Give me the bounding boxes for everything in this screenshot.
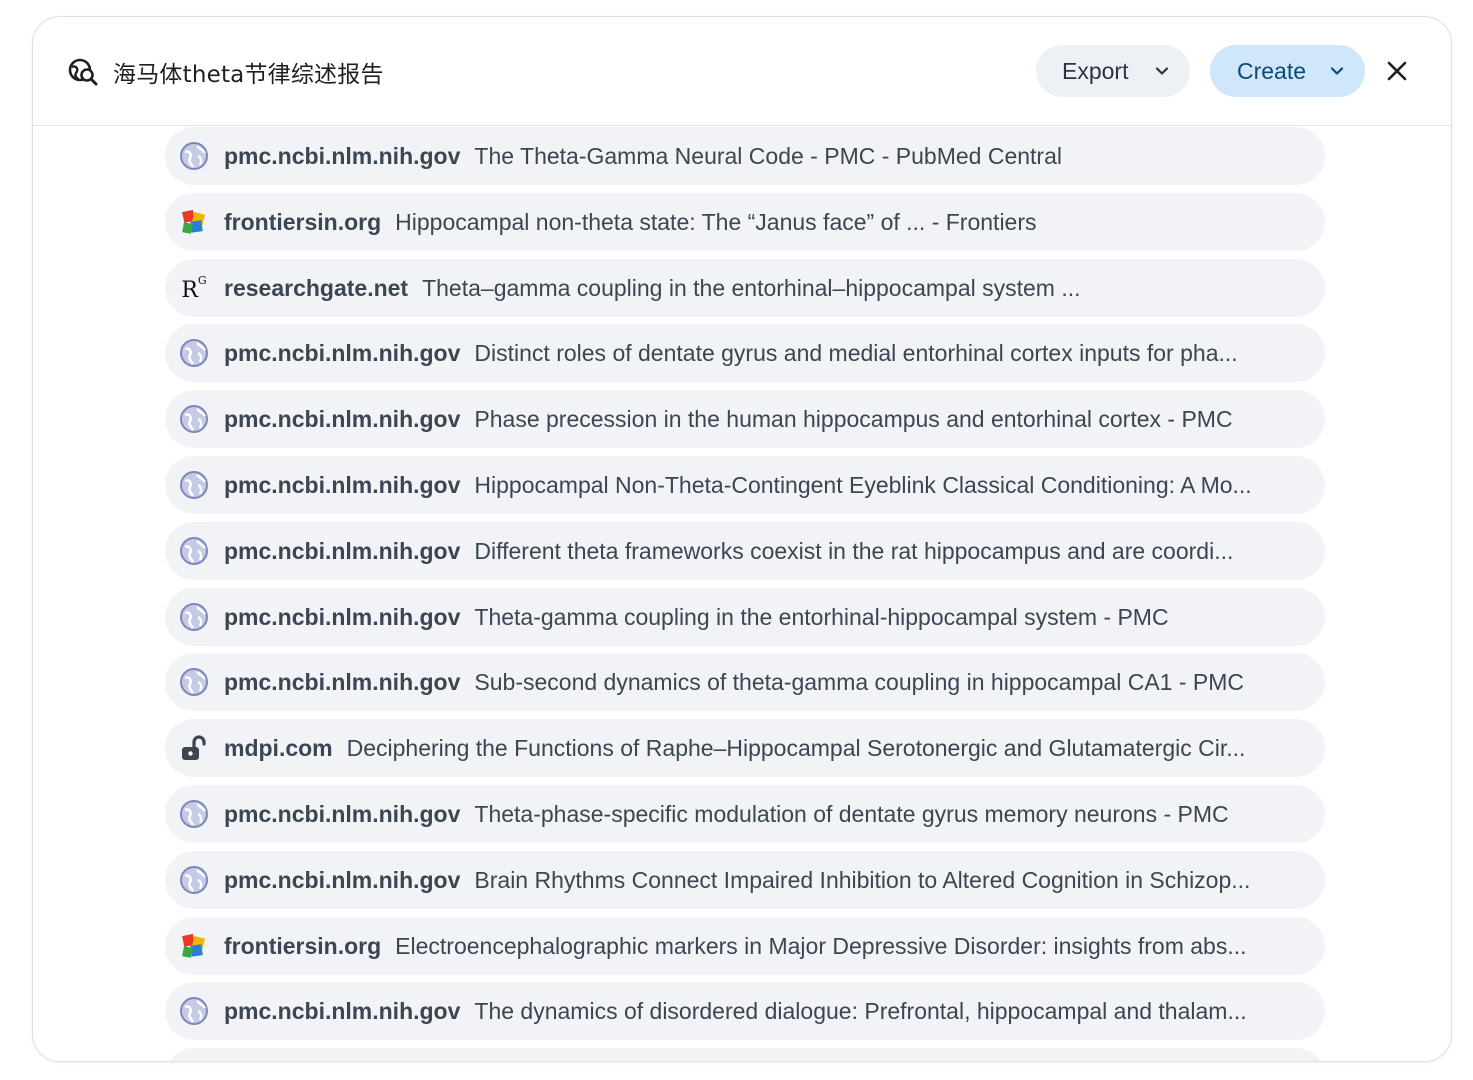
globe-icon	[178, 469, 210, 501]
dialog-header: 海马体theta节律综述报告 Export Create	[33, 17, 1451, 126]
source-title: Different theta frameworks coexist in th…	[474, 537, 1234, 564]
source-row[interactable]	[165, 1048, 1325, 1061]
close-icon[interactable]	[1385, 59, 1409, 83]
globe-icon	[178, 337, 210, 369]
globe-icon	[178, 995, 210, 1027]
source-domain: pmc.ncbi.nlm.nih.gov	[224, 471, 461, 498]
globe-icon	[178, 601, 210, 633]
source-row[interactable]: frontiersin.org Electroencephalographic m…	[165, 917, 1325, 975]
source-domain: pmc.ncbi.nlm.nih.gov	[224, 800, 461, 827]
researchgate-logo-icon: RG	[181, 274, 207, 303]
source-title: Phase precession in the human hippocampu…	[474, 405, 1233, 432]
source-domain: pmc.ncbi.nlm.nih.gov	[224, 603, 461, 630]
source-title: Theta-phase-specific modulation of denta…	[474, 800, 1229, 827]
source-domain: pmc.ncbi.nlm.nih.gov	[224, 997, 461, 1024]
source-domain: frontiersin.org	[224, 208, 382, 235]
source-domain: pmc.ncbi.nlm.nih.gov	[224, 668, 461, 695]
source-domain: pmc.ncbi.nlm.nih.gov	[224, 405, 461, 432]
export-button-label: Export	[1062, 57, 1129, 84]
source-title: Electroencephalographic markers in Major…	[395, 932, 1247, 959]
source-row[interactable]: pmc.ncbi.nlm.nih.gov Different theta fram…	[165, 522, 1325, 580]
source-domain: frontiersin.org	[224, 932, 382, 959]
frontiers-logo-icon	[178, 206, 210, 238]
source-domain: mdpi.com	[224, 734, 333, 761]
lock-icon	[178, 732, 210, 764]
frontiers-logo-icon	[178, 930, 210, 962]
source-row[interactable]: pmc.ncbi.nlm.nih.gov Hippocampal Non-Thet…	[165, 456, 1325, 514]
source-domain: pmc.ncbi.nlm.nih.gov	[224, 537, 461, 564]
source-row[interactable]: pmc.ncbi.nlm.nih.gov The dynamics of diso…	[165, 982, 1325, 1040]
source-row[interactable]: pmc.ncbi.nlm.nih.gov Theta-phase-specific…	[165, 785, 1325, 843]
source-row[interactable]: pmc.ncbi.nlm.nih.gov Theta-gamma coupling…	[165, 588, 1325, 646]
search-globe-icon	[68, 58, 98, 86]
source-row[interactable]: pmc.ncbi.nlm.nih.gov Sub-second dynamics …	[165, 653, 1325, 711]
globe-icon	[178, 864, 210, 896]
globe-icon	[178, 535, 210, 567]
page-title: 海马体theta节律综述报告	[113, 62, 384, 88]
source-title: Theta–gamma coupling in the entorhinal–h…	[422, 274, 1081, 301]
source-row[interactable]: pmc.ncbi.nlm.nih.gov Brain Rhythms Connec…	[165, 851, 1325, 909]
source-title: Hippocampal Non-Theta-Contingent Eyeblin…	[474, 471, 1252, 498]
create-button-label: Create	[1237, 57, 1307, 84]
source-title: Theta-gamma coupling in the entorhinal-h…	[474, 603, 1169, 630]
source-row[interactable]: frontiersin.org Hippocampal non-theta sta…	[165, 193, 1325, 251]
source-domain: pmc.ncbi.nlm.nih.gov	[224, 339, 461, 366]
globe-icon	[178, 140, 210, 172]
globe-icon	[178, 798, 210, 830]
source-title: Distinct roles of dentate gyrus and medi…	[474, 339, 1238, 366]
source-domain: researchgate.net	[224, 274, 409, 301]
create-button[interactable]: Create	[1210, 45, 1365, 97]
sources-dialog: 海马体theta节律综述报告 Export Create pmc.ncbi.nl…	[32, 16, 1452, 1062]
source-title: The dynamics of disordered dialogue: Pre…	[474, 997, 1247, 1024]
source-title: The Theta-Gamma Neural Code - PMC - PubM…	[474, 142, 1062, 169]
source-row[interactable]: pmc.ncbi.nlm.nih.gov Distinct roles of de…	[165, 324, 1325, 382]
source-row[interactable]: pmc.ncbi.nlm.nih.gov Phase precession in …	[165, 390, 1325, 448]
source-row[interactable]: mdpi.com Deciphering the Functions of Rap…	[165, 719, 1325, 777]
source-domain: pmc.ncbi.nlm.nih.gov	[224, 142, 461, 169]
source-domain: pmc.ncbi.nlm.nih.gov	[224, 866, 461, 893]
chevron-down-icon	[1155, 67, 1169, 75]
chevron-down-icon	[1330, 67, 1344, 75]
source-title: Deciphering the Functions of Raphe–Hippo…	[346, 734, 1246, 761]
source-row[interactable]: RG researchgate.net Theta–gamma coupling i…	[165, 259, 1325, 317]
source-title: Brain Rhythms Connect Impaired Inhibitio…	[474, 866, 1251, 893]
source-row[interactable]: pmc.ncbi.nlm.nih.gov The Theta-Gamma Neur…	[165, 127, 1325, 185]
source-title: Hippocampal non-theta state: The “Janus …	[395, 208, 1037, 235]
source-title: Sub-second dynamics of theta-gamma coupl…	[474, 668, 1245, 695]
export-button[interactable]: Export	[1036, 45, 1190, 97]
globe-icon	[178, 666, 210, 698]
globe-icon	[178, 403, 210, 435]
